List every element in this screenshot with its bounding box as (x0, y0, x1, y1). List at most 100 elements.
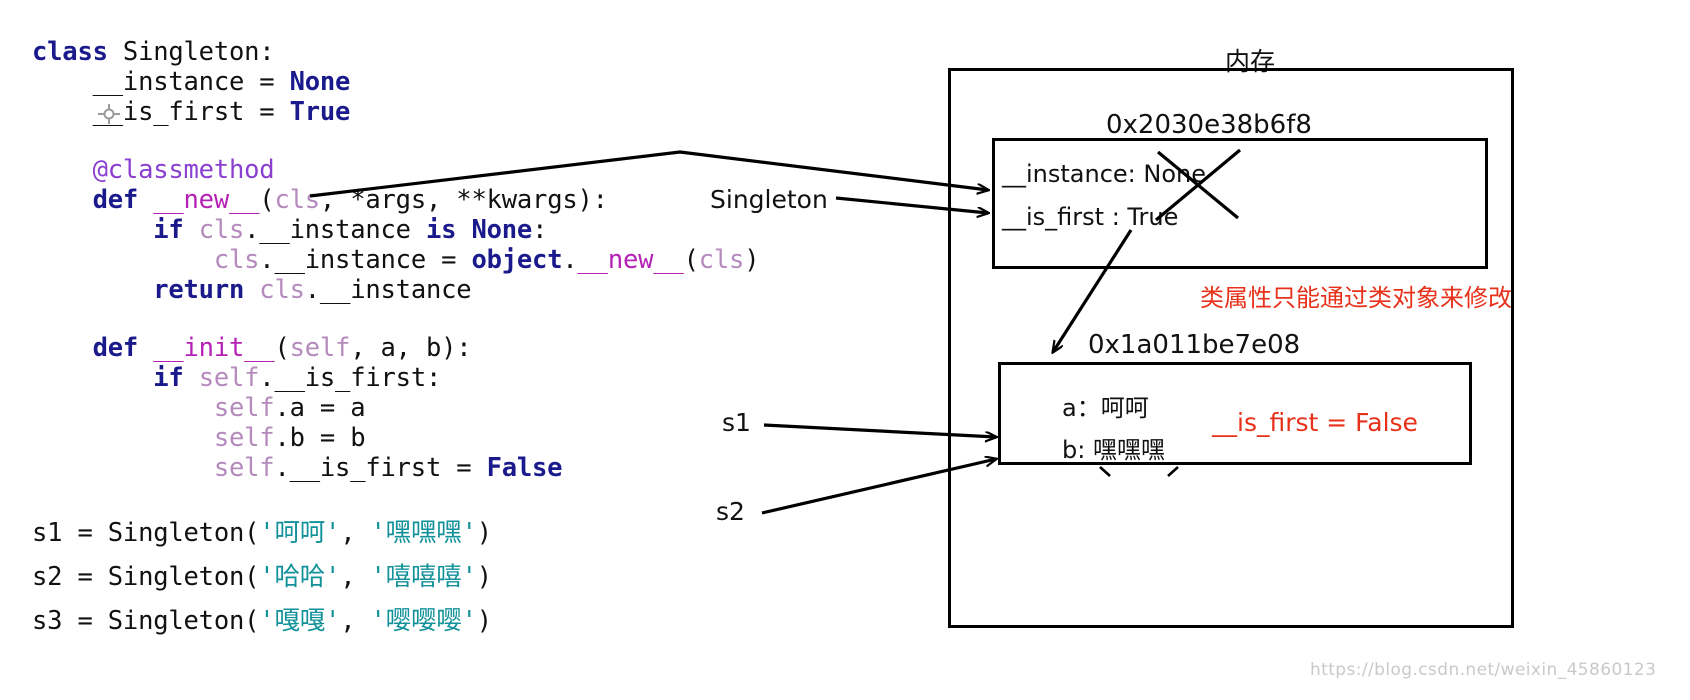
code-token: .__instance = (259, 245, 472, 275)
code-token: def (92, 333, 154, 363)
code-token: Singleton: (122, 37, 275, 67)
code-token: return (153, 275, 260, 305)
code-token: __is_first = (32, 97, 290, 127)
pointer-label-s2: s2 (716, 497, 745, 526)
code-token: : (532, 215, 548, 245)
code-token: None (471, 215, 533, 245)
code-line: __is_first = True (32, 97, 351, 127)
code-token: , (340, 518, 371, 548)
code-token: .b = b (274, 423, 366, 453)
code-token: ) (476, 562, 492, 592)
code-token: .a = a (274, 393, 366, 423)
code-token: s1 = Singleton( (32, 518, 260, 548)
code-token: self (213, 393, 275, 423)
code-line: class Singleton: (32, 37, 275, 67)
code-token: ( (274, 333, 290, 363)
memory-panel: 内存 0x2030e38b6f8 __instance: None __is_f… (940, 0, 1690, 700)
python-code-panel: class Singleton: __instance = None __is_… (0, 0, 940, 700)
code-token: None (289, 67, 351, 97)
code-token: .__instance (304, 275, 472, 305)
code-token: self (213, 423, 275, 453)
code-token: False (486, 453, 563, 483)
code-token: '呵呵' (259, 518, 341, 548)
code-token: '嘎嘎' (259, 606, 341, 636)
code-token: , *args, **kwargs): (319, 185, 608, 215)
memory-address-label-1: 0x2030e38b6f8 (1106, 110, 1312, 140)
pointer-label-s1: s1 (722, 408, 751, 437)
code-line: return cls.__instance (32, 275, 472, 305)
code-token: .__is_first: (259, 363, 442, 393)
code-token: self (289, 333, 351, 363)
note-class-attribute: 类属性只能通过类对象来修改 (1200, 284, 1512, 312)
singleton-memory-diagram: class Singleton: __instance = None __is_… (0, 0, 1690, 700)
code-token: __instance = (32, 67, 290, 97)
code-line: if cls.__instance is None: (32, 215, 548, 245)
code-line: @classmethod (32, 155, 275, 185)
field-instance: __instance: None (1002, 160, 1206, 188)
code-line: __instance = None (32, 67, 351, 97)
field-a: a：呵呵 (1062, 394, 1149, 422)
code-line: self.__is_first = False (32, 453, 563, 483)
code-token: self (198, 363, 260, 393)
code-token: class (32, 37, 123, 67)
code-token: ) (476, 606, 492, 636)
code-line: self.a = a (32, 393, 366, 423)
code-token: '嘤嘤嘤' (370, 606, 477, 636)
code-token: '哈哈' (259, 562, 341, 592)
code-token: cls (213, 245, 260, 275)
watermark: https://blog.csdn.net/weixin_45860123 (1310, 660, 1657, 680)
code-token: cls (259, 275, 305, 305)
code-token: '嘻嘻嘻' (370, 562, 477, 592)
code-token: is (425, 215, 472, 245)
note-is-first-false: __is_first = False (1212, 408, 1418, 437)
code-token: , (340, 562, 371, 592)
code-token: , (340, 606, 371, 636)
code-token: s2 = Singleton( (32, 562, 260, 592)
code-token: if (153, 215, 199, 245)
code-token: __new__ (153, 185, 260, 215)
code-token: s3 = Singleton( (32, 606, 260, 636)
code-token: .__instance (244, 215, 426, 245)
code-token: __new__ (577, 245, 684, 275)
code-token: '嘿嘿嘿' (370, 518, 477, 548)
code-token: if (153, 363, 199, 393)
code-token: __init__ (153, 333, 275, 363)
code-line: if self.__is_first: (32, 363, 442, 393)
code-token: self (213, 453, 275, 483)
code-token: ) (744, 245, 760, 275)
code-line: def __new__(cls, *args, **kwargs): (32, 185, 608, 215)
code-token: , a, b): (350, 333, 472, 363)
pointer-label-singleton: Singleton (710, 185, 828, 214)
code-token: True (289, 97, 351, 127)
code-token: cls (698, 245, 745, 275)
code-line: cls.__instance = object.__new__(cls) (32, 245, 760, 275)
code-token: object (471, 245, 563, 275)
code-token: ( (683, 245, 699, 275)
code-line: self.b = b (32, 423, 366, 453)
code-token: ( (259, 185, 275, 215)
code-token: .__is_first = (274, 453, 487, 483)
memory-address-label-2: 0x1a011be7e08 (1088, 330, 1301, 360)
code-token: . (562, 245, 578, 275)
code-line: s2 = Singleton('哈哈', '嘻嘻嘻') (32, 562, 492, 592)
field-b: b: 嘿嘿嘿 (1062, 436, 1165, 464)
code-token: def (92, 185, 154, 215)
code-token: ) (476, 518, 492, 548)
code-token: @classmethod (92, 155, 275, 185)
field-is-first: __is_first : True (1002, 203, 1179, 231)
code-line: s1 = Singleton('呵呵', '嘿嘿嘿') (32, 518, 492, 548)
code-line: def __init__(self, a, b): (32, 333, 472, 363)
code-line: s3 = Singleton('嘎嘎', '嘤嘤嘤') (32, 606, 492, 636)
code-token: cls (274, 185, 320, 215)
